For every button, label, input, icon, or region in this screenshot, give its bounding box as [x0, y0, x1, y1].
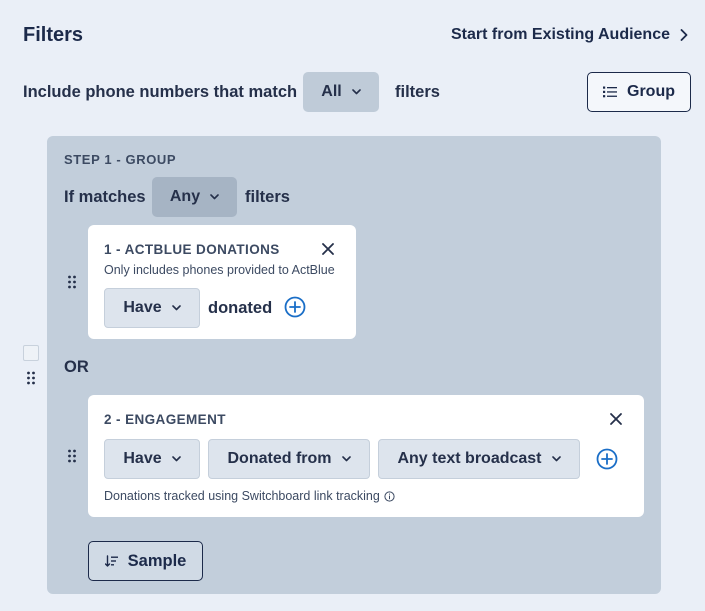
- step-select-checkbox[interactable]: [23, 345, 39, 361]
- filter-card-engagement: 2 - ENGAGEMENT Have Donated from Any tex…: [88, 395, 644, 517]
- filter-title: 1 - ACTBLUE DONATIONS: [104, 242, 280, 257]
- have-dropdown[interactable]: Have: [104, 288, 200, 328]
- group-filters-label: filters: [245, 188, 290, 206]
- tracking-note: Donations tracked using Switchboard link…: [104, 489, 395, 503]
- page-title: Filters: [23, 24, 84, 46]
- plus-circle-icon[interactable]: [596, 448, 618, 470]
- include-label: Include phone numbers that match: [23, 83, 298, 101]
- close-icon[interactable]: [609, 412, 623, 426]
- source-value: Any text broadcast: [397, 450, 542, 467]
- have-dropdown[interactable]: Have: [104, 439, 200, 479]
- info-icon[interactable]: [384, 490, 395, 502]
- donated-label: donated: [208, 299, 273, 317]
- group-match-mode-value: Any: [169, 188, 201, 205]
- or-separator: OR: [64, 358, 89, 376]
- filter-title: 2 - ENGAGEMENT: [104, 412, 226, 427]
- sample-button[interactable]: Sample: [88, 541, 203, 581]
- filter-subtitle: Only includes phones provided to ActBlue: [104, 263, 335, 277]
- action-value: Donated from: [227, 450, 332, 467]
- step-title: STEP 1 - GROUP: [64, 152, 177, 167]
- sort-icon: [104, 555, 118, 567]
- filters-label: filters: [395, 83, 440, 101]
- close-icon[interactable]: [321, 242, 335, 256]
- action-dropdown[interactable]: Donated from: [208, 439, 370, 479]
- group-button-label: Group: [627, 83, 675, 100]
- start-from-existing-audience-link[interactable]: Start from Existing Audience: [451, 26, 688, 44]
- have-value: Have: [123, 299, 162, 316]
- filter-card-actblue-donations: 1 - ACTBLUE DONATIONS Only includes phon…: [88, 225, 356, 339]
- sample-button-label: Sample: [127, 551, 187, 570]
- chevron-down-icon: [551, 456, 561, 462]
- list-icon: [603, 86, 617, 98]
- drag-handle-icon[interactable]: [67, 275, 77, 289]
- have-value: Have: [123, 450, 162, 467]
- chevron-down-icon: [171, 305, 181, 311]
- group-button[interactable]: Group: [587, 72, 691, 112]
- chevron-down-icon: [210, 194, 219, 200]
- drag-handle-icon[interactable]: [26, 371, 36, 385]
- match-mode-value: All: [321, 83, 342, 100]
- plus-circle-icon[interactable]: [284, 296, 306, 318]
- chevron-down-icon: [351, 89, 361, 95]
- match-mode-dropdown[interactable]: All: [303, 72, 379, 112]
- tracking-note-text: Donations tracked using Switchboard link…: [104, 489, 380, 503]
- source-dropdown[interactable]: Any text broadcast: [378, 439, 580, 479]
- if-matches-label: If matches: [64, 188, 146, 206]
- chevron-right-icon: [680, 29, 688, 41]
- start-link-label: Start from Existing Audience: [451, 26, 670, 43]
- group-match-mode-dropdown[interactable]: Any: [152, 177, 237, 217]
- chevron-down-icon: [171, 456, 181, 462]
- chevron-down-icon: [341, 456, 351, 462]
- drag-handle-icon[interactable]: [67, 449, 77, 463]
